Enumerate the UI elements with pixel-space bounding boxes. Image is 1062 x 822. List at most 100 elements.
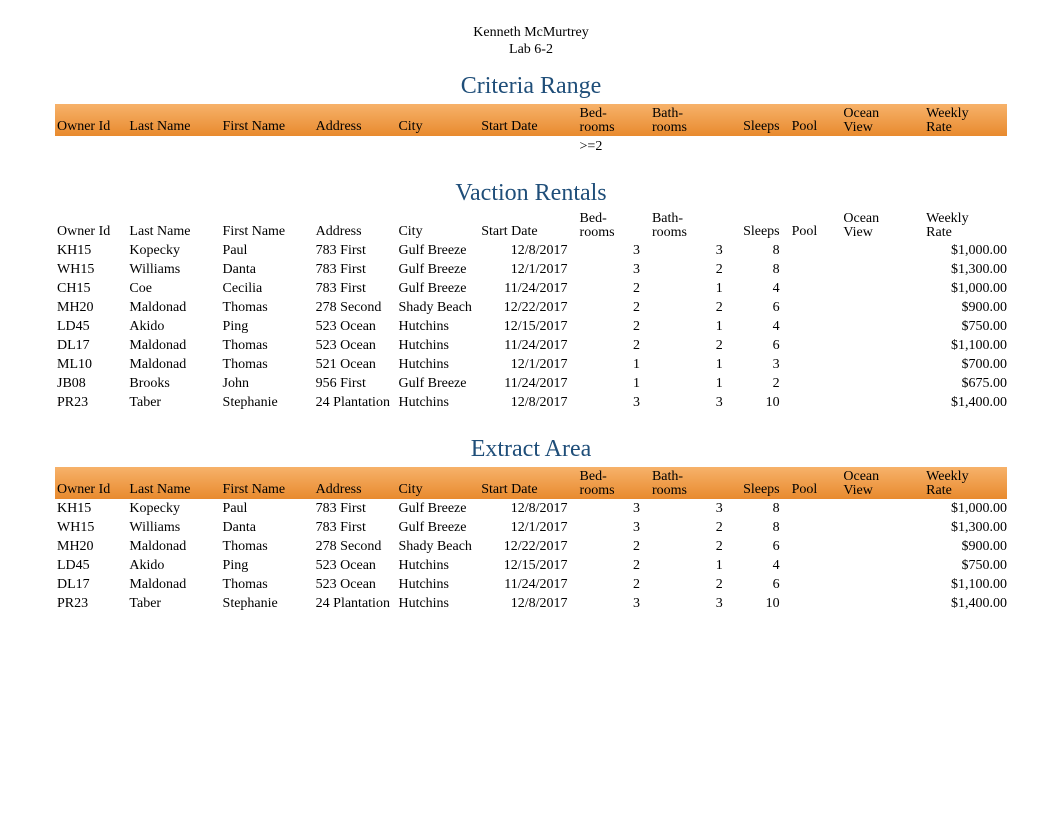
- cell-bathrooms: 2: [650, 575, 733, 594]
- cell-owner-id: LD45: [55, 556, 127, 575]
- cell-city: Hutchins: [396, 336, 479, 355]
- criteria-bathrooms-filter: >=2: [578, 136, 650, 156]
- col-pool: Pool: [790, 104, 842, 136]
- table-row: ML10MaldonadThomas521 OceanHutchins12/1/…: [55, 355, 1007, 374]
- cell-city: Hutchins: [396, 317, 479, 336]
- cell-ocean-view: [841, 241, 924, 260]
- cell-weekly-rate: $1,000.00: [924, 241, 1007, 260]
- table-row: KH15KopeckyPaul783 FirstGulf Breeze12/8/…: [55, 499, 1007, 518]
- cell-sleeps: 4: [733, 317, 790, 336]
- cell-address: 783 First: [314, 518, 397, 537]
- col-last-name: Last Name: [127, 104, 220, 136]
- cell-city: Gulf Breeze: [396, 260, 479, 279]
- cell-bathrooms: 1: [650, 317, 733, 336]
- cell-bedrooms: 2: [578, 575, 650, 594]
- col-pool: Pool: [790, 211, 842, 241]
- cell-bathrooms: 1: [650, 556, 733, 575]
- col-address: Address: [314, 104, 397, 136]
- cell-weekly-rate: $750.00: [924, 317, 1007, 336]
- cell-ocean-view: [841, 594, 924, 613]
- cell-ocean-view: [841, 336, 924, 355]
- cell-address: 956 First: [314, 374, 397, 393]
- cell-first-name: Thomas: [221, 355, 314, 374]
- col-city: City: [396, 467, 479, 499]
- table-row: MH20MaldonadThomas278 SecondShady Beach1…: [55, 537, 1007, 556]
- col-weekly-rate: Weekly Rate: [924, 467, 1007, 499]
- cell-last-name: Akido: [127, 556, 220, 575]
- table-row: WH15WilliamsDanta783 FirstGulf Breeze12/…: [55, 260, 1007, 279]
- col-owner-id: Owner Id: [55, 104, 127, 136]
- author-lab: Lab 6-2: [55, 42, 1007, 59]
- vacation-rentals-table: Owner Id Last Name First Name Address Ci…: [55, 211, 1007, 412]
- cell-last-name: Kopecky: [127, 499, 220, 518]
- cell-pool: [790, 298, 842, 317]
- table-row: LD45AkidoPing523 OceanHutchins12/15/2017…: [55, 317, 1007, 336]
- cell-start-date: 12/1/2017: [479, 260, 577, 279]
- col-start-date: Start Date: [479, 104, 577, 136]
- cell-address: 278 Second: [314, 298, 397, 317]
- criteria-filter-row: >=2: [55, 136, 1007, 156]
- cell-address: 523 Ocean: [314, 575, 397, 594]
- cell-first-name: Stephanie: [221, 393, 314, 412]
- cell-address: 783 First: [314, 279, 397, 298]
- author-block: Kenneth McMurtrey Lab 6-2: [55, 25, 1007, 59]
- cell-start-date: 12/1/2017: [479, 518, 577, 537]
- cell-first-name: Ping: [221, 317, 314, 336]
- cell-owner-id: MH20: [55, 298, 127, 317]
- cell-bedrooms: 3: [578, 393, 650, 412]
- cell-first-name: Thomas: [221, 298, 314, 317]
- cell-start-date: 11/24/2017: [479, 374, 577, 393]
- cell-start-date: 12/1/2017: [479, 355, 577, 374]
- cell-last-name: Coe: [127, 279, 220, 298]
- cell-last-name: Williams: [127, 260, 220, 279]
- cell-last-name: Brooks: [127, 374, 220, 393]
- cell-last-name: Kopecky: [127, 241, 220, 260]
- cell-first-name: Ping: [221, 556, 314, 575]
- cell-bathrooms: 2: [650, 336, 733, 355]
- cell-start-date: 12/15/2017: [479, 317, 577, 336]
- table-row: JB08BrooksJohn956 FirstGulf Breeze11/24/…: [55, 374, 1007, 393]
- col-ocean-view: Ocean View: [841, 467, 924, 499]
- col-bathrooms: Bath- rooms: [650, 211, 733, 241]
- col-city: City: [396, 104, 479, 136]
- cell-address: 783 First: [314, 499, 397, 518]
- cell-last-name: Maldonad: [127, 537, 220, 556]
- cell-weekly-rate: $900.00: [924, 537, 1007, 556]
- cell-last-name: Maldonad: [127, 575, 220, 594]
- table-row: CH15CoeCecilia783 FirstGulf Breeze11/24/…: [55, 279, 1007, 298]
- cell-start-date: 12/22/2017: [479, 298, 577, 317]
- cell-owner-id: DL17: [55, 575, 127, 594]
- cell-sleeps: 6: [733, 575, 790, 594]
- cell-ocean-view: [841, 518, 924, 537]
- cell-bathrooms: 3: [650, 241, 733, 260]
- cell-sleeps: 3: [733, 355, 790, 374]
- cell-bedrooms: 3: [578, 241, 650, 260]
- col-owner-id: Owner Id: [55, 211, 127, 241]
- cell-first-name: Thomas: [221, 336, 314, 355]
- cell-bathrooms: 2: [650, 537, 733, 556]
- cell-bedrooms: 2: [578, 298, 650, 317]
- cell-bathrooms: 1: [650, 355, 733, 374]
- cell-weekly-rate: $1,400.00: [924, 393, 1007, 412]
- cell-bedrooms: 3: [578, 594, 650, 613]
- cell-pool: [790, 374, 842, 393]
- table-row: KH15KopeckyPaul783 FirstGulf Breeze12/8/…: [55, 241, 1007, 260]
- cell-start-date: 11/24/2017: [479, 279, 577, 298]
- cell-city: Hutchins: [396, 556, 479, 575]
- rentals-header-row: Owner Id Last Name First Name Address Ci…: [55, 211, 1007, 241]
- cell-pool: [790, 355, 842, 374]
- cell-address: 523 Ocean: [314, 556, 397, 575]
- cell-bathrooms: 2: [650, 298, 733, 317]
- col-first-name: First Name: [221, 211, 314, 241]
- cell-address: 24 Plantation: [314, 594, 397, 613]
- cell-pool: [790, 336, 842, 355]
- cell-ocean-view: [841, 279, 924, 298]
- cell-bedrooms: 2: [578, 556, 650, 575]
- cell-weekly-rate: $1,000.00: [924, 499, 1007, 518]
- cell-bathrooms: 3: [650, 393, 733, 412]
- cell-owner-id: KH15: [55, 499, 127, 518]
- cell-pool: [790, 499, 842, 518]
- col-last-name: Last Name: [127, 211, 220, 241]
- cell-city: Shady Beach: [396, 537, 479, 556]
- cell-ocean-view: [841, 317, 924, 336]
